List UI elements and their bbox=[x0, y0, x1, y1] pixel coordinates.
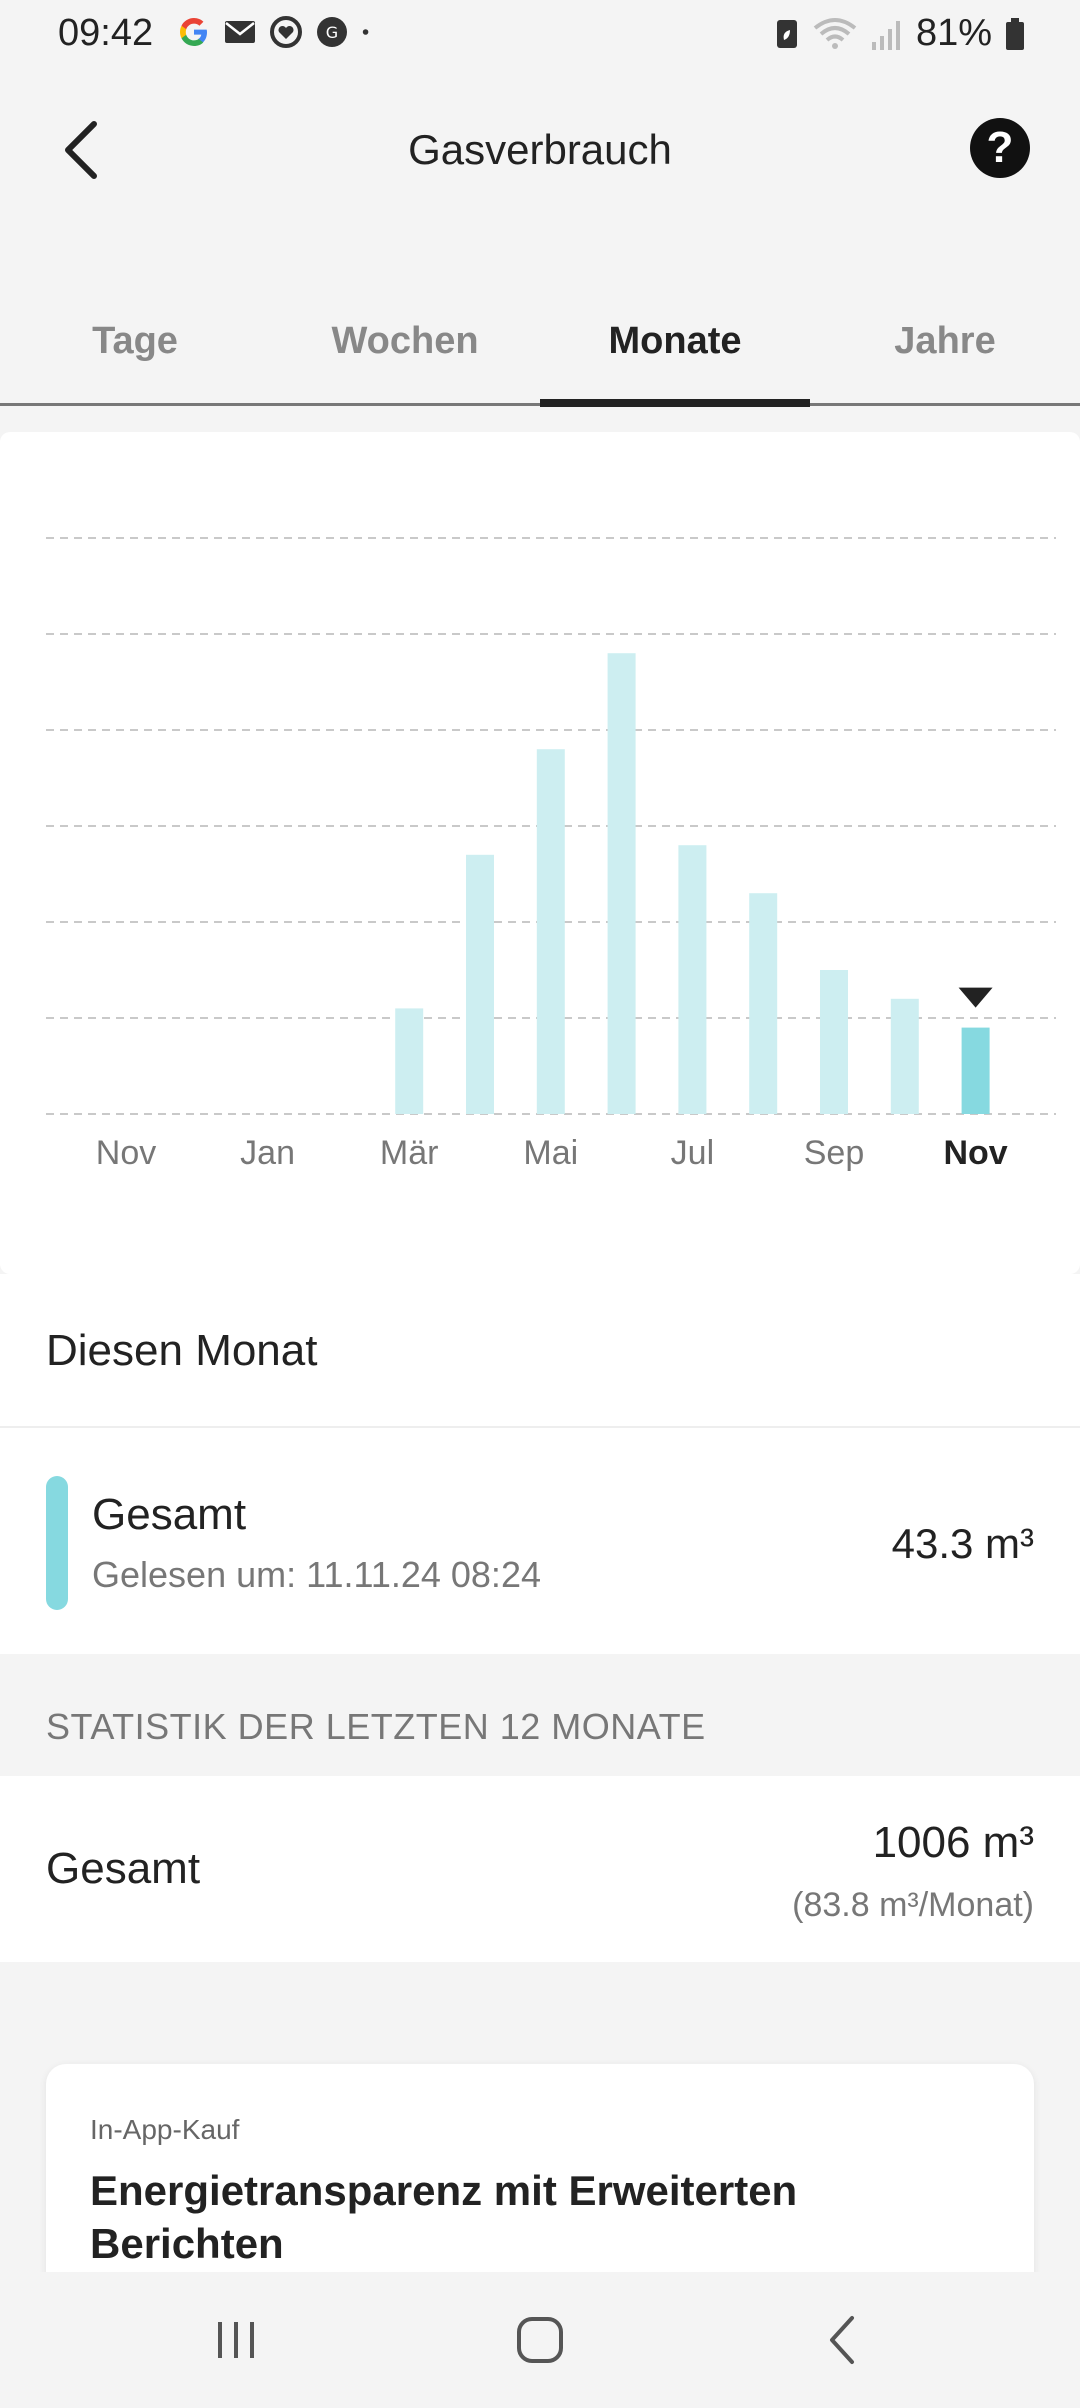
help-button[interactable]: ? bbox=[970, 118, 1030, 178]
month-bar[interactable] bbox=[607, 653, 636, 1114]
app-header: Gasverbrauch ? bbox=[0, 90, 1080, 210]
x-tick-label: Jan bbox=[240, 1134, 295, 1172]
recents-button[interactable] bbox=[196, 2310, 276, 2370]
notification-icons: G bbox=[176, 14, 380, 50]
month-bar[interactable] bbox=[395, 1008, 424, 1114]
status-time: 09:42 bbox=[58, 12, 154, 54]
home-button[interactable] bbox=[500, 2310, 580, 2370]
nav-back-icon bbox=[830, 2316, 854, 2364]
promo-title: Energietransparenz mit Erweiterten Beric… bbox=[90, 2167, 798, 2267]
stats-value: 1006 m³ bbox=[872, 1818, 1034, 1867]
battery-icon bbox=[1006, 17, 1024, 50]
x-tick-label: Jul bbox=[671, 1134, 714, 1172]
promo-tag: In-App-Kauf bbox=[90, 2114, 240, 2145]
page-title: Gasverbrauch bbox=[408, 126, 672, 173]
month-bar[interactable] bbox=[466, 854, 494, 1114]
recents-icon bbox=[218, 2322, 254, 2358]
month-bar[interactable] bbox=[749, 893, 778, 1114]
home-icon bbox=[517, 2317, 563, 2363]
svg-text:G: G bbox=[326, 23, 338, 42]
this-month-value: 43.3 m³ bbox=[891, 1520, 1034, 1567]
selected-month-bar[interactable] bbox=[961, 1027, 990, 1114]
tab-tage[interactable]: Tage bbox=[0, 320, 270, 363]
stats-label: Gesamt bbox=[46, 1844, 201, 1893]
system-status: 81% bbox=[774, 12, 1026, 55]
this-month-title: Diesen Monat bbox=[46, 1326, 318, 1375]
dot-icon bbox=[362, 29, 369, 35]
google-icon bbox=[180, 18, 207, 46]
help-icon: ? bbox=[986, 123, 1014, 172]
wifi-icon bbox=[813, 17, 857, 49]
month-bar[interactable] bbox=[536, 749, 565, 1114]
consumption-chart[interactable]: Nov Jan Mär Mai Jul Sep Nov bbox=[0, 432, 1080, 1274]
x-tick-label: Mär bbox=[380, 1134, 439, 1172]
x-tick-label: Nov bbox=[943, 1134, 1007, 1172]
translate-icon: G bbox=[317, 17, 347, 47]
consumption-chart-card[interactable]: Nov Jan Mär Mai Jul Sep Nov bbox=[0, 432, 1080, 1274]
system-nav-bar bbox=[0, 2272, 1080, 2408]
gmail-icon bbox=[225, 21, 255, 43]
tab-active-indicator bbox=[540, 399, 810, 407]
heart-app-icon bbox=[270, 16, 302, 48]
nav-back-button[interactable] bbox=[802, 2310, 882, 2370]
status-bar: 09:42 G 81% bbox=[0, 0, 1080, 70]
tab-wochen[interactable]: Wochen bbox=[270, 320, 540, 363]
x-tick-label: Mai bbox=[523, 1134, 578, 1172]
this-month-label: Gesamt bbox=[92, 1490, 247, 1539]
this-month-read-time: Gelesen um: 11.11.24 08:24 bbox=[92, 1554, 541, 1595]
stats-total-row: Gesamt 1006 m³ (83.8 m³/Monat) bbox=[0, 1776, 1080, 1962]
battery-percent: 81% bbox=[915, 12, 992, 54]
series-color-indicator bbox=[46, 1476, 68, 1610]
tab-jahre[interactable]: Jahre bbox=[810, 320, 1080, 363]
signal-icon bbox=[871, 20, 900, 50]
month-bar[interactable] bbox=[678, 845, 707, 1114]
period-tabs: Tage Wochen Monate Jahre bbox=[0, 290, 1080, 407]
x-tick-label: Nov bbox=[96, 1134, 156, 1172]
stats-average: (83.8 m³/Monat) bbox=[792, 1886, 1034, 1924]
battery-saver-icon bbox=[776, 19, 797, 48]
month-bar[interactable] bbox=[820, 970, 848, 1114]
x-tick-label: Sep bbox=[804, 1134, 865, 1172]
tab-monate[interactable]: Monate bbox=[540, 320, 810, 363]
stats-heading: STATISTIK DER LETZTEN 12 MONATE bbox=[46, 1706, 706, 1747]
this-month-header: Diesen Monat bbox=[0, 1274, 1080, 1428]
month-bar[interactable] bbox=[890, 998, 919, 1114]
selected-marker-icon bbox=[958, 987, 993, 1008]
this-month-total-row[interactable]: Gesamt Gelesen um: 11.11.24 08:24 43.3 m… bbox=[0, 1428, 1080, 1654]
